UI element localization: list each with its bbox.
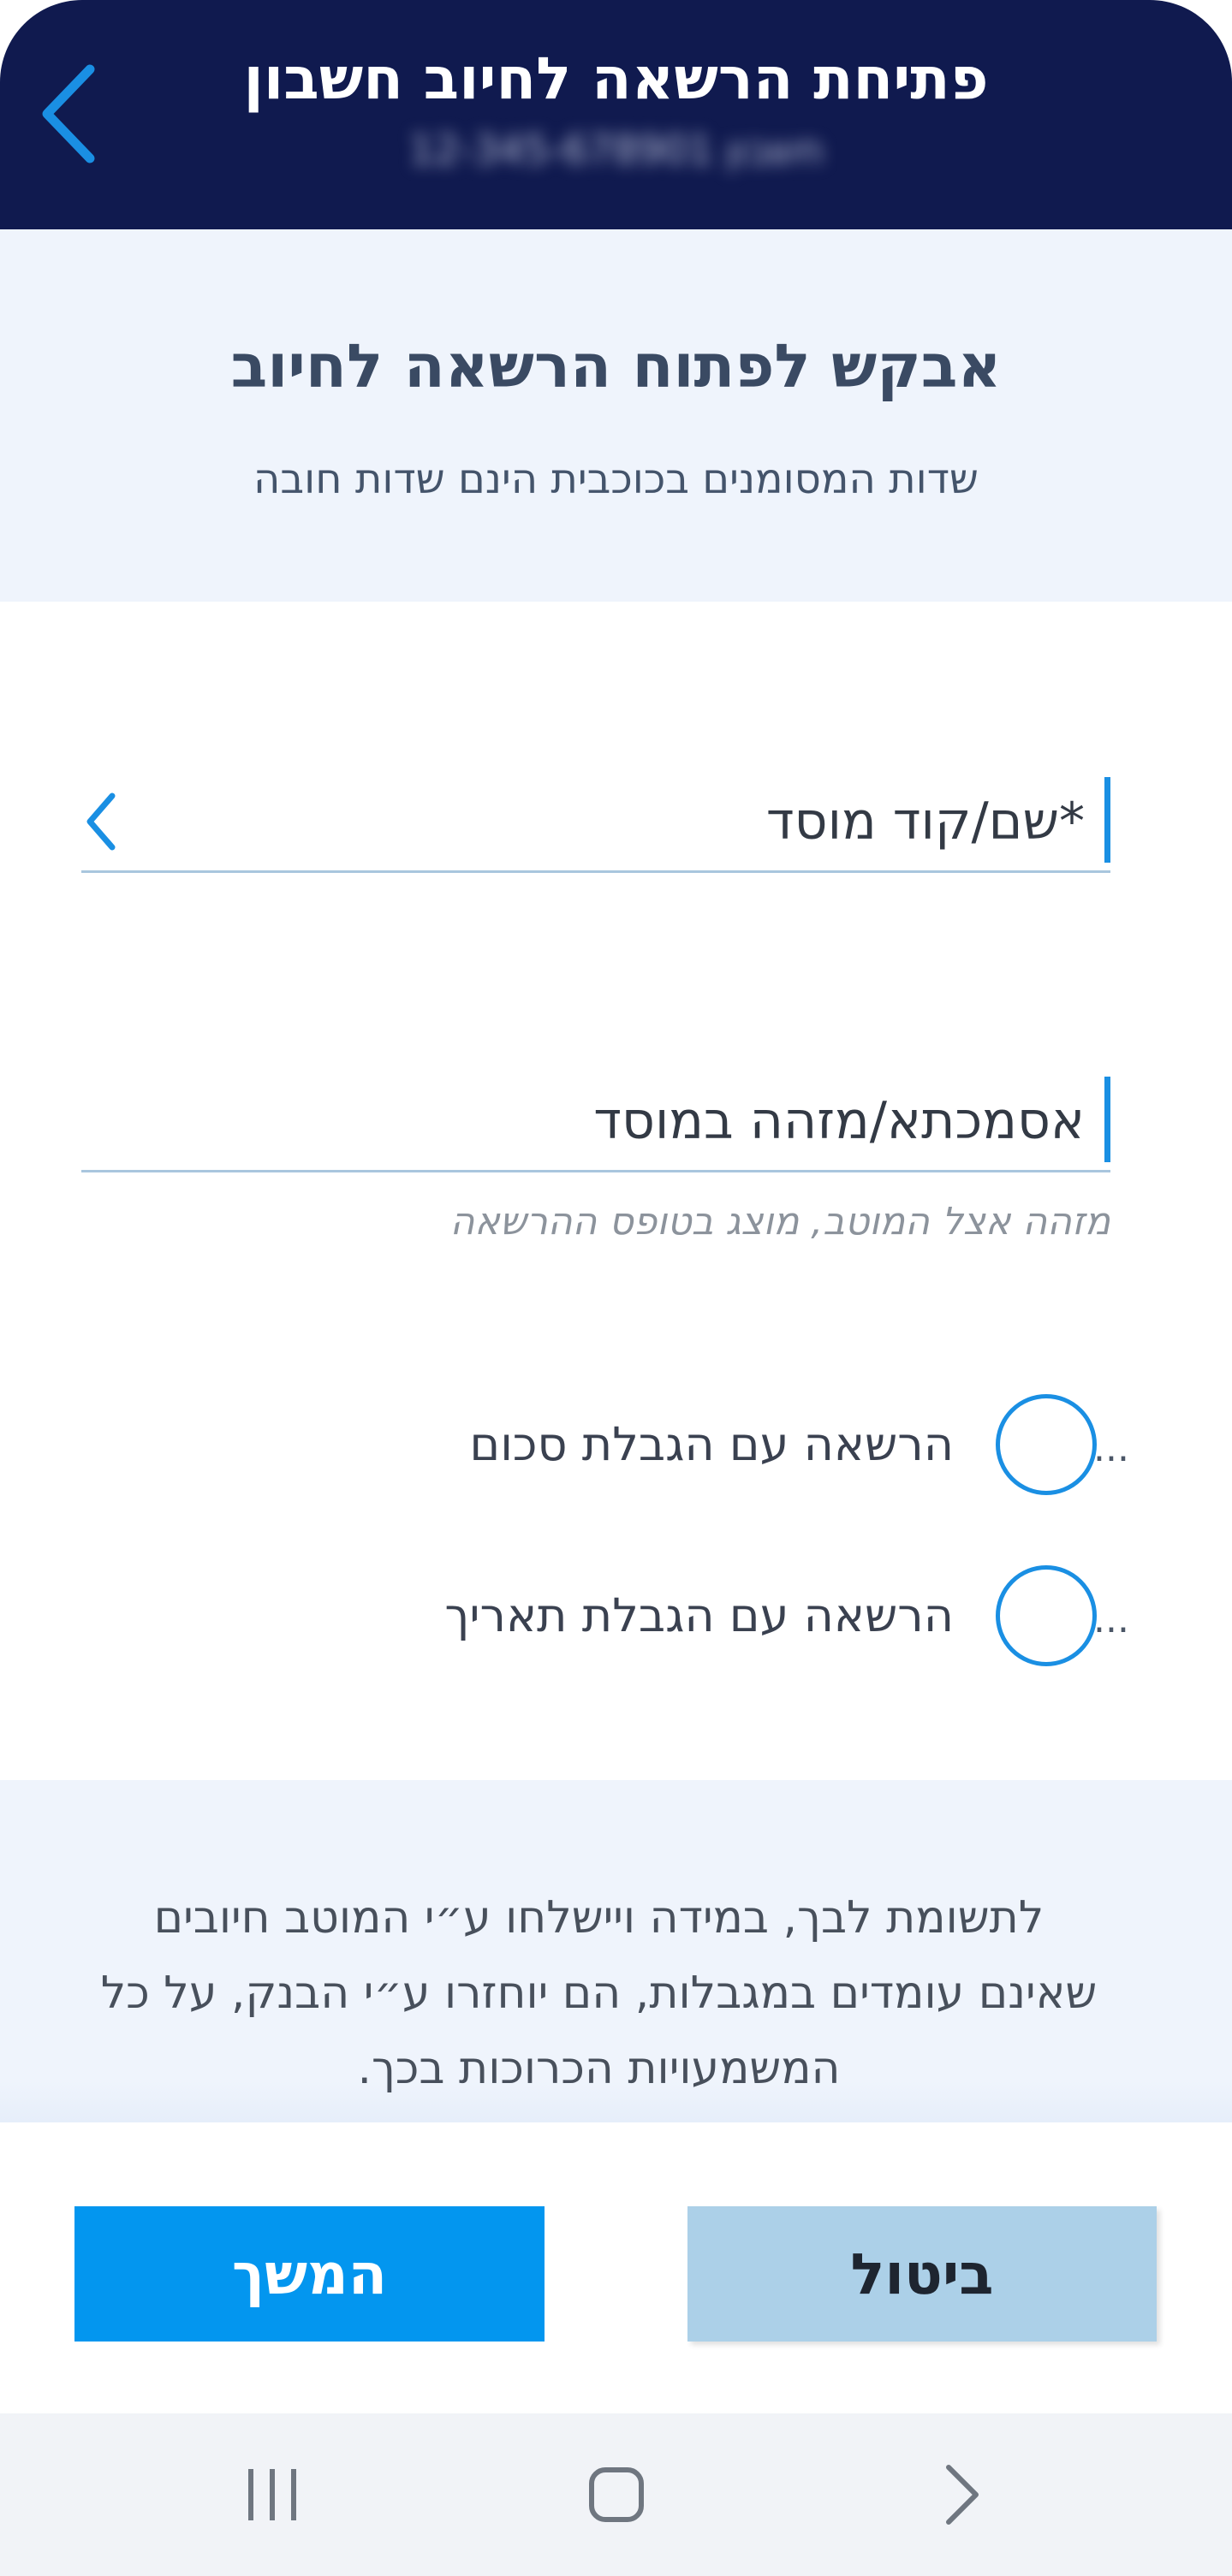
reference-field[interactable]: אסמכתא/מזהה במוסד — [81, 1074, 1110, 1172]
notice-section: לתשומת לבך, במידה ויישלחו ע״י המוטב חיוב… — [0, 1780, 1232, 2122]
recent-apps-button[interactable] — [221, 2443, 324, 2546]
radio-button[interactable] — [996, 1394, 1097, 1495]
back-button[interactable] — [34, 60, 103, 167]
field-focus-bar — [1104, 777, 1110, 863]
system-navigation-bar — [0, 2413, 1232, 2576]
continue-button[interactable]: המשך — [74, 2206, 545, 2342]
amount-limit-label: הרשאה עם הגבלת סכום — [469, 1417, 954, 1471]
screen: פתיחת הרשאה לחיוב חשבון חשבון 12-345-678… — [0, 0, 1232, 2576]
required-fields-note: שדות המסומנים בכוכבית הינם שדות חובה — [253, 455, 979, 503]
date-limit-label: הרשאה עם הגבלת תאריך — [444, 1588, 954, 1642]
date-limit-option[interactable]: ... הרשאה עם הגבלת תאריך — [0, 1560, 1232, 1671]
option-more-dots: ... — [1093, 1427, 1129, 1470]
intro-section: אבקש לפתוח הרשאה לחיוב שדות המסומנים בכו… — [0, 229, 1232, 602]
option-more-dots: ... — [1093, 1598, 1129, 1641]
home-icon — [589, 2467, 644, 2522]
chevron-left-icon — [42, 64, 95, 163]
notice-text: לתשומת לבך, במידה ויישלחו ע״י המוטב חיוב… — [100, 1892, 1098, 2094]
cancel-button[interactable]: ביטול — [687, 2206, 1157, 2342]
institution-field[interactable]: *שם/קוד מוסד — [81, 775, 1110, 873]
reference-field-label: אסמכתא/מזהה במוסד — [593, 1091, 1085, 1151]
back-chevron-icon — [946, 2465, 979, 2525]
account-number: חשבון 12-345-678901 — [408, 127, 824, 173]
amount-limit-option[interactable]: ... הרשאה עם הגבלת סכום — [0, 1389, 1232, 1500]
page-title: פתיחת הרשאה לחיוב חשבון — [243, 45, 989, 113]
chevron-left-icon — [86, 792, 116, 851]
form-title: אבקש לפתוח הרשאה לחיוב — [230, 331, 1002, 401]
app-header: פתיחת הרשאה לחיוב חשבון חשבון 12-345-678… — [0, 0, 1232, 229]
institution-picker-button[interactable] — [74, 783, 126, 860]
institution-field-label: *שם/קוד מוסד — [765, 792, 1085, 852]
field-focus-bar — [1104, 1077, 1110, 1162]
reference-field-hint: מזהה אצל המוטב, מוצג בטופס ההרשאה — [449, 1200, 1110, 1243]
radio-button[interactable] — [996, 1565, 1097, 1666]
home-button[interactable] — [565, 2443, 668, 2546]
recent-apps-icon — [248, 2469, 296, 2520]
system-back-button[interactable] — [910, 2443, 1013, 2546]
